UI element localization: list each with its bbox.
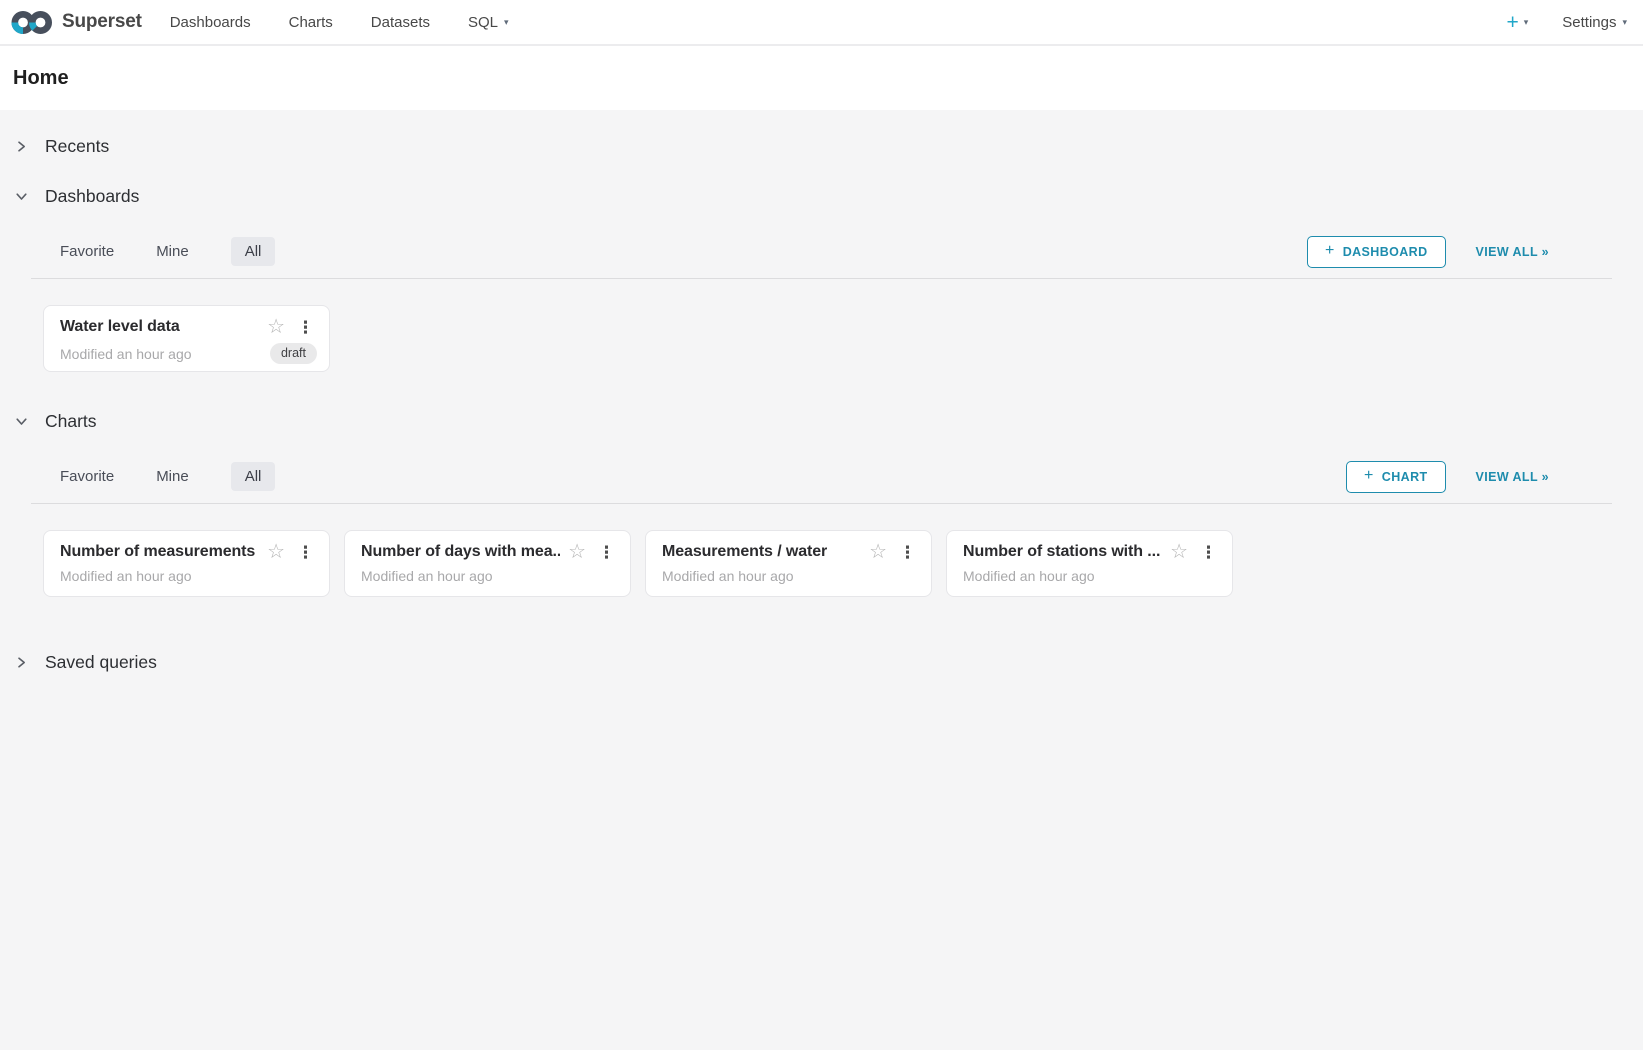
brand-name: Superset [62, 11, 142, 33]
nav-item-sql-label: SQL [468, 14, 498, 31]
section-label-charts: Charts [45, 411, 97, 432]
new-item-dropdown[interactable]: + ▾ [1506, 12, 1528, 33]
page-title: Home [13, 67, 69, 90]
tab-favorite[interactable]: Favorite [60, 468, 114, 485]
kebab-menu-icon[interactable]: ⋮ [595, 544, 618, 561]
modified-timestamp: Modified an hour ago [662, 568, 919, 584]
chevron-down-icon [15, 190, 28, 203]
favorite-star-icon[interactable]: ☆ [267, 542, 285, 562]
nav-item-dashboards[interactable]: Dashboards [170, 14, 251, 31]
chart-card-title[interactable]: Measurements / water [662, 543, 861, 561]
chevron-right-icon [15, 656, 28, 669]
dashboards-filter-tabs: Favorite Mine All [31, 237, 275, 266]
nav-item-charts[interactable]: Charts [289, 14, 333, 31]
card-top: Number of days with mea... ☆ ⋮ [361, 542, 618, 562]
chevron-down-icon: ▾ [1622, 18, 1627, 27]
add-dashboard-button[interactable]: + DASHBOARD [1307, 236, 1446, 268]
chart-card[interactable]: Number of measurements ☆ ⋮ Modified an h… [43, 530, 330, 597]
dashboards-actions: + DASHBOARD VIEW ALL » [1307, 236, 1612, 268]
tab-favorite[interactable]: Favorite [60, 243, 114, 260]
favorite-star-icon[interactable]: ☆ [869, 542, 887, 562]
card-bottom: Modified an hour ago [60, 568, 317, 584]
charts-submenu: Favorite Mine All + CHART VIEW ALL » [31, 450, 1612, 504]
card-top: Number of measurements ☆ ⋮ [60, 542, 317, 562]
charts-view-all-link[interactable]: VIEW ALL » [1476, 470, 1549, 484]
tab-all[interactable]: All [231, 462, 276, 491]
home-content: Recents Dashboards Favorite Mine All + D… [0, 110, 1643, 675]
favorite-star-icon[interactable]: ☆ [1170, 542, 1188, 562]
add-dashboard-button-label: DASHBOARD [1343, 245, 1428, 259]
card-top: Measurements / water ☆ ⋮ [662, 542, 919, 562]
chart-card-title[interactable]: Number of measurements [60, 543, 259, 561]
tab-all[interactable]: All [231, 237, 276, 266]
nav-item-sql[interactable]: SQL ▾ [468, 14, 509, 31]
section-header-dashboards[interactable]: Dashboards [0, 183, 1643, 209]
chart-card-title[interactable]: Number of stations with ... [963, 543, 1162, 561]
card-top: Number of stations with ... ☆ ⋮ [963, 542, 1220, 562]
chevron-down-icon [15, 415, 28, 428]
section-label-recents: Recents [45, 136, 109, 157]
charts-filter-tabs: Favorite Mine All [31, 462, 275, 491]
dashboards-card-row: Water level data ☆ ⋮ Modified an hour ag… [43, 305, 1612, 372]
modified-timestamp: Modified an hour ago [60, 568, 317, 584]
section-header-saved-queries[interactable]: Saved queries [0, 649, 1643, 675]
card-top: Water level data ☆ ⋮ [60, 317, 317, 337]
chart-card[interactable]: Number of days with mea... ☆ ⋮ Modified … [344, 530, 631, 597]
card-bottom: Modified an hour ago [662, 568, 919, 584]
plus-icon: + [1364, 470, 1374, 483]
superset-infinity-icon [10, 9, 54, 36]
section-header-charts[interactable]: Charts [0, 408, 1643, 434]
tab-mine[interactable]: Mine [156, 468, 189, 485]
chevron-down-icon: ▾ [504, 18, 509, 27]
dashboards-view-all-link[interactable]: VIEW ALL » [1476, 245, 1549, 259]
kebab-menu-icon[interactable]: ⋮ [896, 544, 919, 561]
chart-card[interactable]: Number of stations with ... ☆ ⋮ Modified… [946, 530, 1233, 597]
add-chart-button-label: CHART [1382, 470, 1428, 484]
dashboard-card-title[interactable]: Water level data [60, 318, 259, 336]
settings-dropdown[interactable]: Settings ▾ [1562, 14, 1627, 31]
card-bottom: Modified an hour ago [963, 568, 1220, 584]
plus-icon: + [1325, 245, 1335, 258]
chevron-down-icon: ▾ [1524, 18, 1529, 27]
card-bottom: Modified an hour ago draft [60, 343, 317, 364]
modified-timestamp: Modified an hour ago [60, 346, 270, 362]
nav-item-datasets[interactable]: Datasets [371, 14, 430, 31]
draft-status-badge: draft [270, 343, 317, 364]
settings-label: Settings [1562, 14, 1616, 31]
tab-mine[interactable]: Mine [156, 243, 189, 260]
page-header: Home [0, 46, 1643, 110]
chevron-right-icon [15, 140, 28, 153]
charts-actions: + CHART VIEW ALL » [1346, 461, 1612, 493]
section-label-saved-queries: Saved queries [45, 652, 157, 673]
card-bottom: Modified an hour ago [361, 568, 618, 584]
dashboard-card[interactable]: Water level data ☆ ⋮ Modified an hour ag… [43, 305, 330, 372]
plus-icon: + [1506, 12, 1518, 33]
section-label-dashboards: Dashboards [45, 186, 139, 207]
charts-card-row: Number of measurements ☆ ⋮ Modified an h… [43, 530, 1612, 597]
nav-links: Dashboards Charts Datasets SQL ▾ [170, 14, 509, 31]
dashboards-submenu: Favorite Mine All + DASHBOARD VIEW ALL » [31, 225, 1612, 279]
section-header-recents[interactable]: Recents [0, 133, 1643, 159]
chart-card-title[interactable]: Number of days with mea... [361, 543, 560, 561]
chart-card[interactable]: Measurements / water ☆ ⋮ Modified an hou… [645, 530, 932, 597]
modified-timestamp: Modified an hour ago [963, 568, 1220, 584]
favorite-star-icon[interactable]: ☆ [568, 542, 586, 562]
top-navbar: Superset Dashboards Charts Datasets SQL … [0, 0, 1643, 46]
kebab-menu-icon[interactable]: ⋮ [294, 544, 317, 561]
kebab-menu-icon[interactable]: ⋮ [1197, 544, 1220, 561]
superset-logo[interactable]: Superset [10, 9, 142, 36]
modified-timestamp: Modified an hour ago [361, 568, 618, 584]
add-chart-button[interactable]: + CHART [1346, 461, 1446, 493]
kebab-menu-icon[interactable]: ⋮ [294, 319, 317, 336]
favorite-star-icon[interactable]: ☆ [267, 317, 285, 337]
